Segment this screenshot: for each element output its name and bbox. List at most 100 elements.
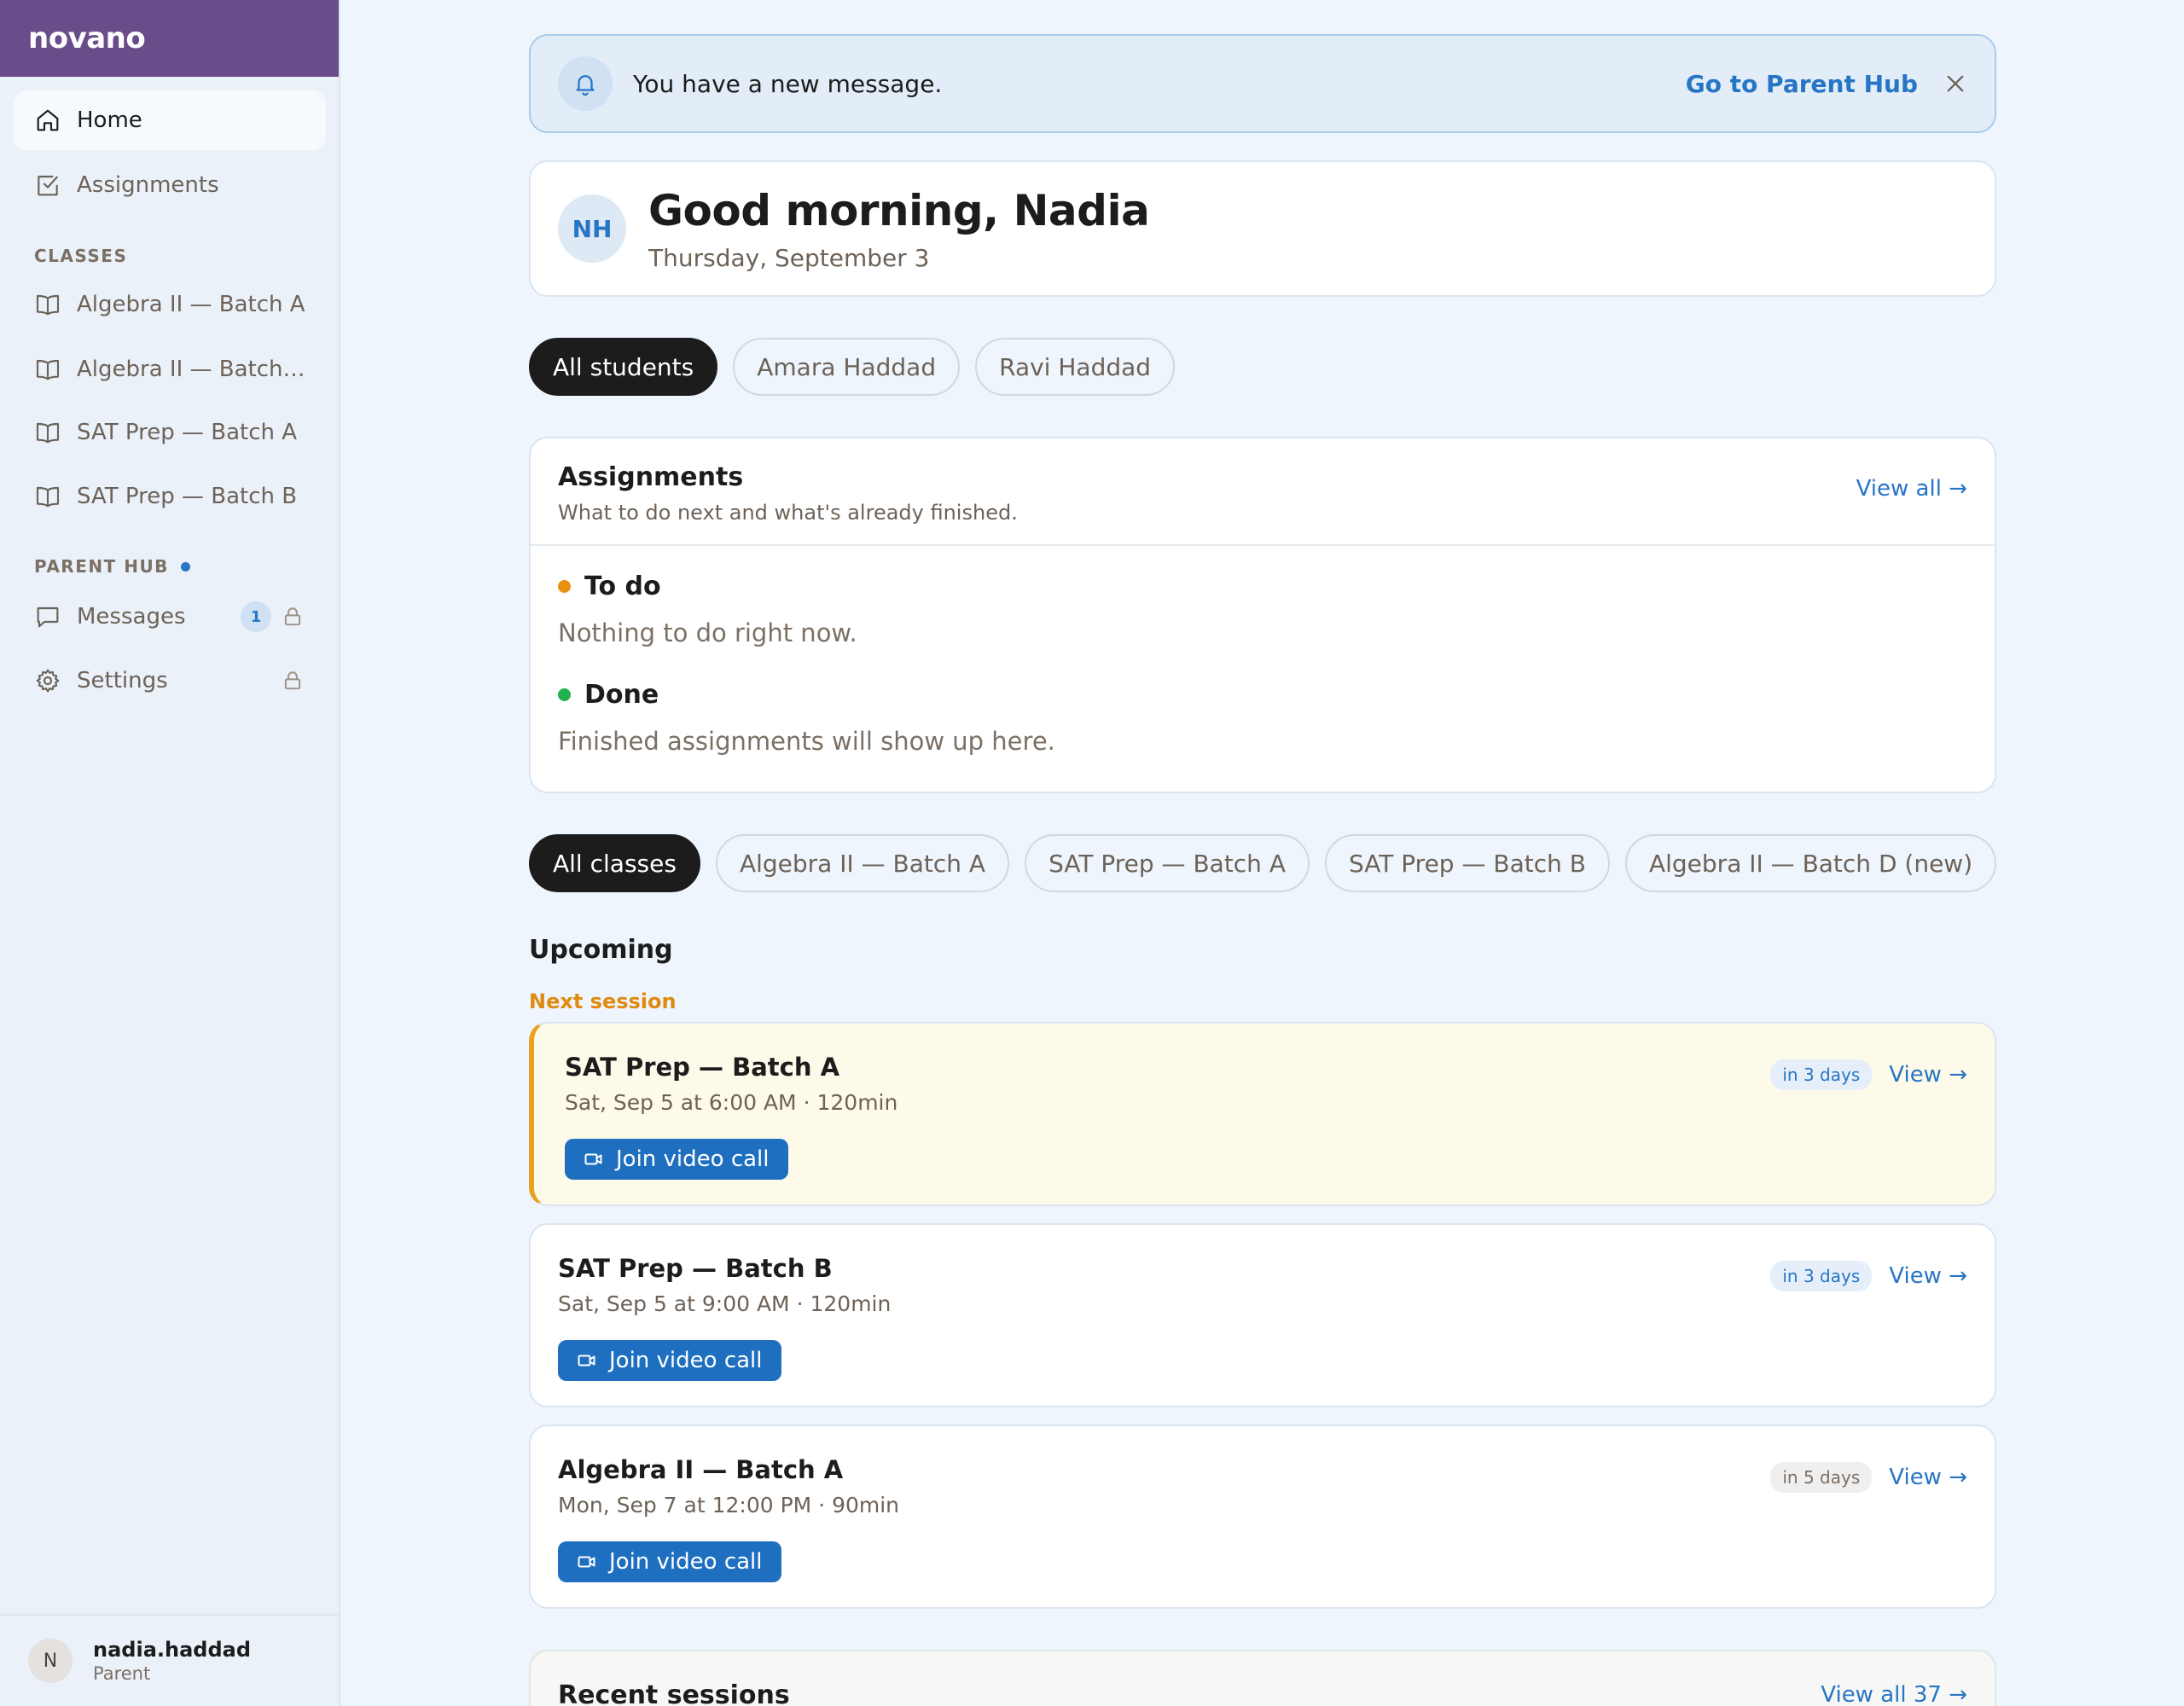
session-when-badge: in 3 days [1770,1261,1873,1291]
video-camera-icon [578,1355,595,1367]
session-actions: in 5 days View → [1770,1462,1967,1493]
filter-student-amara[interactable]: Amara Haddad [733,338,961,396]
session-actions: in 3 days View → [1770,1059,1967,1090]
next-session-label: Next session [529,989,677,1013]
filter-class-algebra-d[interactable]: Algebra II — Batch D (new) [1624,834,1997,892]
assignments-title: Assignments [558,462,744,492]
session-meta: Sat, Sep 5 at 6:00 AM · 120min [565,1090,898,1115]
sidebar-class-label: SAT Prep — Batch B [77,484,298,509]
banner-text: You have a new message. [633,69,943,98]
classes-heading: CLASSES [34,246,128,266]
go-to-parent-hub-link[interactable]: Go to Parent Hub [1686,70,1918,98]
session-meta: Mon, Sep 7 at 12:00 PM · 90min [558,1493,900,1517]
join-video-call-button[interactable]: Join video call [558,1340,781,1381]
sidebar-class-algebra-a[interactable]: Algebra II — Batch A [14,275,326,334]
session-view-link[interactable]: View → [1889,1062,1967,1088]
greeting-card: NH Good morning, Nadia Thursday, Septemb… [529,160,1996,297]
filter-all-classes[interactable]: All classes [529,834,700,892]
filter-all-students[interactable]: All students [529,338,718,396]
done-heading: Done [558,680,1967,710]
parent-hub-heading-label: PARENT HUB [34,556,169,577]
book-icon [36,294,60,316]
chat-bubble-icon [37,606,59,628]
session-card: SAT Prep — Batch B Sat, Sep 5 at 9:00 AM… [529,1223,1996,1407]
lock-icon [284,671,301,690]
bell-icon [576,75,595,96]
assignments-subtitle: What to do next and what's already finis… [558,501,1018,525]
join-video-call-label: Join video call [616,1146,770,1172]
home-icon [37,109,59,131]
nav-settings-label: Settings [77,668,168,693]
nav-settings[interactable]: Settings [14,651,326,711]
greeting-text: Good morning, Nadia Thursday, September … [648,185,1150,272]
todo-dot [558,580,571,593]
book-icon [36,422,60,444]
session-view-link[interactable]: View → [1889,1263,1967,1289]
join-video-call-label: Join video call [609,1549,763,1575]
done-label: Done [584,680,659,710]
sidebar-class-sat-a[interactable]: SAT Prep — Batch A [14,403,326,462]
unread-dot [180,561,190,572]
main-content: You have a new message. Go to Parent Hub… [529,0,1997,1706]
current-date: Thursday, September 3 [648,243,930,272]
session-when-badge: in 3 days [1770,1059,1873,1090]
parent-hub-heading: PARENT HUB [34,556,190,577]
sidebar-class-label: Algebra II — Batch D (new) [77,357,305,382]
todo-label: To do [584,572,661,601]
session-view-link[interactable]: View → [1889,1465,1967,1490]
book-icon [36,486,60,508]
sidebar-class-algebra-d[interactable]: Algebra II — Batch D (new) [14,339,326,399]
user-name: nadia.haddad [93,1638,252,1662]
checkbox-icon [38,175,58,196]
recent-sessions-card: Recent sessions View all 37 → [529,1650,1996,1706]
brand-logo: novano [0,0,339,77]
avatar: N [28,1639,73,1683]
todo-empty-message: Nothing to do right now. [558,618,857,647]
book-icon [36,359,60,380]
user-account[interactable]: N nadia.haddad Parent [0,1614,339,1706]
filter-class-sat-b[interactable]: SAT Prep — Batch B [1325,834,1610,892]
nav-assignments-label: Assignments [77,172,219,198]
nav-assignments[interactable]: Assignments [14,155,326,215]
assignments-header: Assignments What to do next and what's a… [531,438,1995,546]
done-dot [558,688,571,701]
join-video-call-button[interactable]: Join video call [558,1541,781,1582]
filter-class-algebra-a[interactable]: Algebra II — Batch A [715,834,1010,892]
join-video-call-button[interactable]: Join video call [565,1139,788,1180]
filter-student-ravi[interactable]: Ravi Haddad [975,338,1176,396]
recent-view-all-link[interactable]: View all 37 → [1821,1682,1967,1706]
class-filter: All classes Algebra II — Batch A SAT Pre… [529,834,1997,892]
assignments-view-all-link[interactable]: View all → [1856,476,1967,502]
nav-messages[interactable]: Messages [14,587,326,647]
student-filter: All students Amara Haddad Ravi Haddad [529,338,1176,396]
recent-sessions-title: Recent sessions [558,1680,790,1706]
session-card: SAT Prep — Batch A Sat, Sep 5 at 6:00 AM… [529,1022,1996,1206]
close-icon[interactable] [1943,72,1967,96]
session-meta: Sat, Sep 5 at 9:00 AM · 120min [558,1291,892,1316]
message-banner: You have a new message. Go to Parent Hub [529,34,1996,133]
done-empty-message: Finished assignments will show up here. [558,727,1055,756]
session-actions: in 3 days View → [1770,1261,1967,1291]
join-video-call-label: Join video call [609,1348,763,1373]
sidebar-class-label: SAT Prep — Batch A [77,420,298,445]
sidebar-class-sat-b[interactable]: SAT Prep — Batch B [14,467,326,526]
assignments-body: To do Nothing to do right now. Done Fini… [531,546,1995,781]
session-title: SAT Prep — Batch A [565,1053,840,1082]
user-role: Parent [93,1663,151,1684]
session-when-badge: in 5 days [1770,1462,1873,1493]
session-title: SAT Prep — Batch B [558,1254,833,1283]
gear-icon [36,669,60,693]
video-camera-icon [578,1556,595,1568]
nav-home[interactable]: Home [14,90,326,150]
sidebar: novano Home Assignments CLASSES Algebra … [0,0,340,1706]
filter-class-sat-a[interactable]: SAT Prep — Batch A [1025,834,1310,892]
upcoming-title: Upcoming [529,935,673,965]
sidebar-class-label: Algebra II — Batch A [77,292,305,317]
assignments-card: Assignments What to do next and what's a… [529,437,1996,793]
nav-home-label: Home [77,107,142,133]
page-title: Good morning, Nadia [648,185,1150,235]
video-camera-icon [584,1153,602,1165]
session-card: Algebra II — Batch A Mon, Sep 7 at 12:00… [529,1425,1996,1609]
lock-icon [284,607,301,626]
todo-heading: To do [558,572,1967,601]
